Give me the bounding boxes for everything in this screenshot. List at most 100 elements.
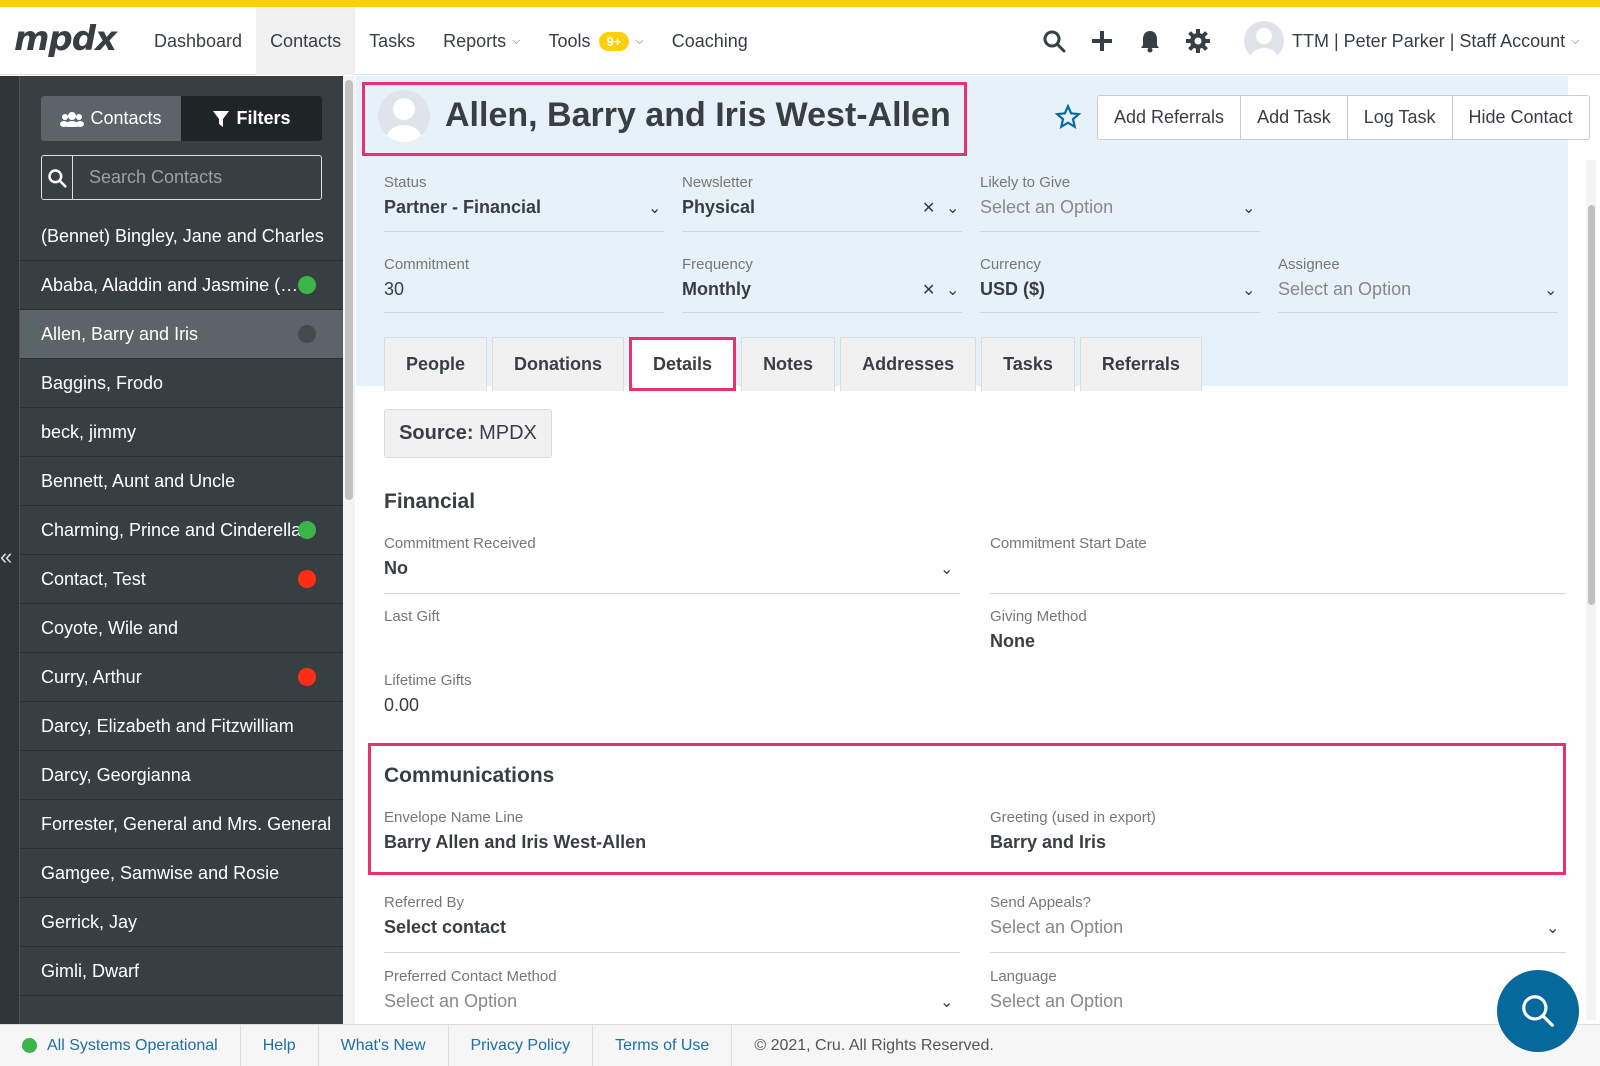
tab-details[interactable]: Details bbox=[629, 337, 737, 391]
chevron-down-icon[interactable]: ⌄ bbox=[1242, 198, 1255, 218]
likely-to-give-field[interactable]: Likely to Give Select an Option bbox=[980, 174, 1260, 218]
language-field[interactable]: Language Select an Option bbox=[990, 968, 1566, 1012]
list-item[interactable]: Gimli, Dwarf bbox=[20, 947, 343, 996]
field-value: 30 bbox=[384, 279, 405, 299]
tab-addresses[interactable]: Addresses bbox=[840, 337, 977, 391]
contact-avatar bbox=[378, 90, 430, 142]
search-icon[interactable] bbox=[42, 156, 73, 199]
nav-tasks[interactable]: Tasks bbox=[355, 7, 429, 75]
assignee-field[interactable]: Assignee Select an Option bbox=[1278, 256, 1558, 300]
account-menu[interactable]: TTM | Peter Parker | Staff Account ⌵ bbox=[1244, 19, 1579, 63]
nav-dashboard[interactable]: Dashboard bbox=[140, 7, 256, 75]
commitment-start-date-field[interactable]: Commitment Start Date bbox=[990, 535, 1566, 558]
chevron-down-icon[interactable]: ⌄ bbox=[946, 198, 959, 218]
list-item[interactable]: Baggins, Frodo bbox=[20, 359, 343, 408]
tab-referrals[interactable]: Referrals bbox=[1079, 337, 1202, 391]
nav-tools[interactable]: Tools 9+ ⌵ bbox=[535, 7, 658, 75]
contact-name: Curry, Arthur bbox=[41, 666, 142, 687]
list-item[interactable]: Contact, Test bbox=[20, 555, 343, 604]
tab-donations[interactable]: Donations bbox=[492, 337, 625, 391]
field-value: Barry Allen and Iris West-Allen bbox=[384, 832, 647, 852]
star-icon[interactable] bbox=[1054, 103, 1082, 135]
greeting-field[interactable]: Greeting (used in export) Barry and Iris bbox=[990, 809, 1550, 853]
privacy-policy-link[interactable]: Privacy Policy bbox=[449, 1024, 594, 1066]
list-item[interactable]: beck, jimmy bbox=[20, 408, 343, 457]
list-item[interactable]: Darcy, Elizabeth and Fitzwilliam bbox=[20, 702, 343, 751]
chevron-down-icon[interactable]: ⌄ bbox=[940, 559, 953, 579]
top-accent-stripe bbox=[0, 0, 1600, 7]
commitment-field[interactable]: Commitment 30 bbox=[384, 256, 664, 300]
status-field[interactable]: Status Partner - Financial bbox=[384, 174, 664, 218]
commitment-received-field[interactable]: Commitment Received No bbox=[384, 535, 960, 579]
add-task-button[interactable]: Add Task bbox=[1241, 96, 1348, 139]
send-appeals-field[interactable]: Send Appeals? Select an Option bbox=[990, 894, 1566, 938]
chevron-down-icon[interactable]: ⌄ bbox=[940, 992, 953, 1012]
list-item-selected[interactable]: Allen, Barry and Iris bbox=[20, 310, 343, 359]
collapse-rail[interactable]: « bbox=[0, 76, 20, 1024]
tools-count-badge: 9+ bbox=[598, 31, 630, 51]
nav-contacts[interactable]: Contacts bbox=[256, 7, 356, 75]
frequency-field[interactable]: Frequency Monthly bbox=[682, 256, 962, 300]
list-item[interactable]: Ababa, Aladdin and Jasmine (… bbox=[20, 261, 343, 310]
newsletter-field[interactable]: Newsletter Physical bbox=[682, 174, 962, 218]
chevron-down-icon[interactable]: ⌄ bbox=[1242, 280, 1255, 300]
contact-name: (Bennet) Bingley, Jane and Charles bbox=[41, 225, 324, 246]
mpdx-logo[interactable]: mpdx bbox=[14, 19, 117, 59]
field-value: None bbox=[990, 631, 1035, 651]
gear-icon[interactable] bbox=[1174, 7, 1222, 75]
list-item[interactable]: Gerrick, Jay bbox=[20, 898, 343, 947]
field-value: Select contact bbox=[384, 917, 507, 937]
sidebar-scroll-thumb[interactable] bbox=[345, 80, 353, 500]
tab-notes[interactable]: Notes bbox=[741, 337, 836, 391]
field-value: No bbox=[384, 558, 408, 578]
help-link[interactable]: Help bbox=[241, 1024, 319, 1066]
contacts-toggle-button[interactable]: Contacts bbox=[41, 96, 181, 141]
list-item[interactable]: Curry, Arthur bbox=[20, 653, 343, 702]
field-label: Lifetime Gifts bbox=[384, 672, 472, 689]
add-icon[interactable] bbox=[1078, 7, 1126, 75]
whats-new-link[interactable]: What's New bbox=[319, 1024, 449, 1066]
nav-coaching[interactable]: Coaching bbox=[658, 7, 762, 75]
nav-reports[interactable]: Reports ⌵ bbox=[429, 7, 534, 75]
list-item[interactable]: Gamgee, Samwise and Rosie bbox=[20, 849, 343, 898]
tab-tasks[interactable]: Tasks bbox=[981, 337, 1075, 391]
list-item[interactable]: Forrester, General and Mrs. General bbox=[20, 800, 343, 849]
double-chevron-left-icon[interactable]: « bbox=[0, 544, 12, 570]
terms-of-use-link[interactable]: Terms of Use bbox=[593, 1024, 733, 1066]
bell-icon[interactable] bbox=[1126, 7, 1174, 75]
search-icon[interactable] bbox=[1030, 7, 1078, 75]
help-search-button[interactable] bbox=[1497, 970, 1579, 1052]
system-status-link[interactable]: All Systems Operational bbox=[0, 1024, 241, 1066]
chevron-down-icon[interactable]: ⌄ bbox=[648, 198, 661, 218]
chevron-down-icon[interactable]: ⌄ bbox=[1546, 918, 1559, 938]
list-item[interactable]: Darcy, Georgianna bbox=[20, 751, 343, 800]
log-task-button[interactable]: Log Task bbox=[1348, 96, 1453, 139]
hide-contact-button[interactable]: Hide Contact bbox=[1453, 96, 1589, 139]
field-label: Greeting (used in export) bbox=[990, 809, 1156, 826]
list-item[interactable]: Charming, Prince and Cinderella bbox=[20, 506, 343, 555]
filters-toggle-button[interactable]: Filters bbox=[181, 96, 322, 141]
chevron-down-icon[interactable]: ⌄ bbox=[946, 280, 959, 300]
preferred-contact-method-field[interactable]: Preferred Contact Method Select an Optio… bbox=[384, 968, 960, 1012]
clear-icon[interactable]: ✕ bbox=[922, 280, 935, 300]
system-status-label: All Systems Operational bbox=[47, 1036, 218, 1054]
field-underline bbox=[682, 231, 962, 232]
clear-icon[interactable]: ✕ bbox=[922, 198, 935, 218]
list-item[interactable]: (Bennet) Bingley, Jane and Charles bbox=[20, 212, 343, 261]
referred-by-field[interactable]: Referred By Select contact bbox=[384, 894, 960, 938]
search-contacts-input[interactable] bbox=[73, 156, 321, 199]
contacts-toggle-label: Contacts bbox=[90, 108, 162, 128]
add-referrals-button[interactable]: Add Referrals bbox=[1098, 96, 1242, 139]
chevron-down-icon: ⌵ bbox=[635, 34, 644, 47]
tab-people[interactable]: People bbox=[384, 337, 488, 391]
field-label: Language bbox=[990, 968, 1057, 985]
main-scroll-thumb[interactable] bbox=[1588, 205, 1595, 605]
currency-field[interactable]: Currency USD ($) bbox=[980, 256, 1260, 300]
envelope-name-field[interactable]: Envelope Name Line Barry Allen and Iris … bbox=[384, 809, 960, 853]
field-label: Commitment bbox=[384, 256, 470, 273]
list-item[interactable]: Bennett, Aunt and Uncle bbox=[20, 457, 343, 506]
list-item[interactable]: Coyote, Wile and bbox=[20, 604, 343, 653]
chevron-down-icon[interactable]: ⌄ bbox=[1544, 280, 1557, 300]
field-label: Referred By bbox=[384, 894, 465, 911]
contact-actions: Add Referrals Add Task Log Task Hide Con… bbox=[1097, 95, 1590, 140]
